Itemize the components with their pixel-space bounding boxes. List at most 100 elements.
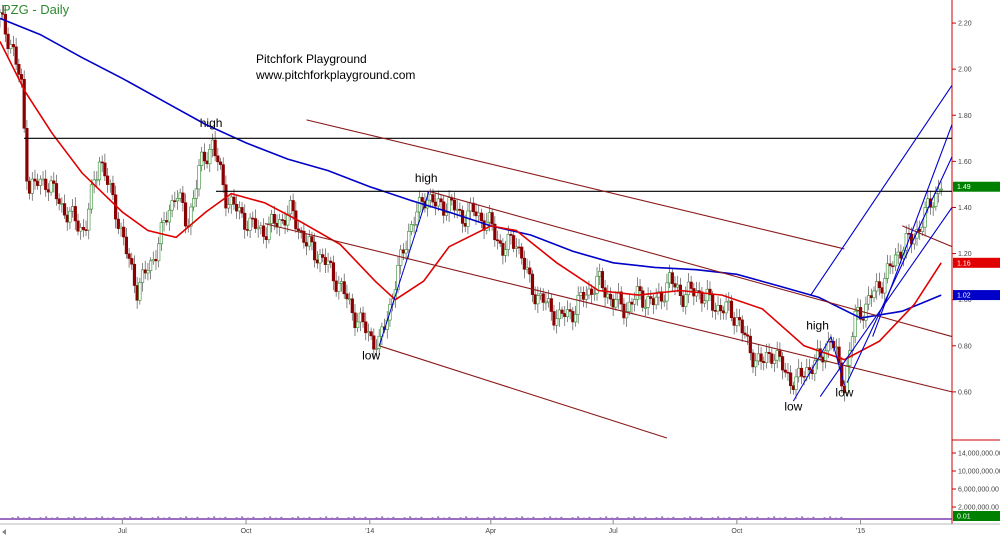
candle-body xyxy=(95,179,99,182)
candle-body xyxy=(536,295,540,305)
volume-bar xyxy=(286,518,288,519)
candle-body xyxy=(702,300,707,304)
volume-tick-label: 14,000,000.00 xyxy=(958,451,1000,458)
candle-body xyxy=(662,300,666,303)
candle-body xyxy=(248,217,252,231)
candle-body xyxy=(256,227,260,230)
candle-body xyxy=(264,236,268,240)
candle-body xyxy=(162,220,166,223)
candle-body xyxy=(108,182,112,185)
candle-body xyxy=(356,321,360,329)
candle-body xyxy=(565,309,570,317)
candle-body xyxy=(221,164,225,186)
candle-body xyxy=(3,13,7,35)
candle-body xyxy=(670,272,674,284)
candle-body xyxy=(764,351,769,364)
volume-bar xyxy=(409,516,412,519)
candle-body xyxy=(283,220,287,226)
candle-body xyxy=(261,225,266,237)
volume-bar xyxy=(577,516,580,519)
volume-bar xyxy=(291,517,294,519)
candle-body xyxy=(439,198,443,203)
volume-bar xyxy=(465,516,468,519)
volume-bar xyxy=(437,516,440,519)
volume-bar xyxy=(84,516,87,519)
volume-bar xyxy=(314,518,316,519)
last-value-label: 1.16 xyxy=(957,260,971,267)
volume-bar xyxy=(302,517,305,519)
candle-body xyxy=(181,192,185,203)
candle-body xyxy=(27,180,32,194)
candle-body xyxy=(512,235,516,249)
candle-body xyxy=(197,165,201,190)
candle-body xyxy=(216,155,220,163)
candle-body xyxy=(291,200,295,212)
candle-body xyxy=(278,219,282,228)
candle-body xyxy=(538,293,543,296)
candle-body xyxy=(417,197,422,213)
candle-body xyxy=(514,246,518,249)
candle-body xyxy=(25,127,29,182)
candle-body xyxy=(127,253,131,259)
volume-bar xyxy=(375,517,378,519)
candle-body xyxy=(334,280,338,292)
candle-body xyxy=(434,201,438,207)
candle-body xyxy=(557,309,561,320)
candle-body xyxy=(208,149,212,165)
candle-body xyxy=(525,267,529,270)
candle-body xyxy=(727,300,731,303)
candle-body xyxy=(495,239,500,242)
pivot-label-high: high xyxy=(415,171,438,185)
candle-body xyxy=(522,257,527,270)
candle-body xyxy=(401,249,405,254)
candle-body xyxy=(62,203,67,216)
candle-body xyxy=(124,236,128,255)
candle-body xyxy=(321,254,325,258)
last-value-label: 1.49 xyxy=(957,184,971,191)
candle-body xyxy=(498,240,502,244)
candle-body xyxy=(705,288,709,302)
volume-bar xyxy=(521,516,524,519)
volume-bar xyxy=(778,517,781,519)
volume-bar xyxy=(431,517,434,519)
volume-bar xyxy=(482,518,484,519)
volume-bar xyxy=(364,516,367,519)
candle-body xyxy=(576,295,580,315)
candle-body xyxy=(737,317,742,321)
candle-body xyxy=(76,220,80,232)
volume-bar xyxy=(700,516,703,519)
volume-bar xyxy=(773,516,776,519)
candle-body xyxy=(135,285,139,301)
candle-body xyxy=(251,217,255,220)
volume-bar xyxy=(246,517,249,519)
candle-body xyxy=(549,298,553,312)
volume-bar xyxy=(263,517,266,519)
candle-body xyxy=(614,299,618,308)
price-chart: 0.600.801.001.201.401.601.802.002.202,00… xyxy=(0,0,1000,542)
volume-bar xyxy=(342,518,344,519)
candle-body xyxy=(132,263,137,286)
volume-bar xyxy=(722,517,725,519)
candle-body xyxy=(213,139,217,157)
volume-bar xyxy=(661,516,664,519)
candle-body xyxy=(428,194,432,201)
volume-bar xyxy=(605,516,608,519)
volume-bar xyxy=(330,517,333,519)
volume-bar xyxy=(353,516,356,519)
candle-body xyxy=(748,335,752,354)
candle-body xyxy=(119,226,123,229)
candle-body xyxy=(877,281,881,288)
candle-body xyxy=(146,270,150,274)
volume-bar xyxy=(358,517,361,519)
volume-bar xyxy=(801,516,804,519)
candle-body xyxy=(87,208,91,231)
candle-body xyxy=(799,367,804,377)
candle-body xyxy=(641,290,645,308)
price-tick-label: 0.80 xyxy=(958,343,972,350)
volume-bar xyxy=(90,518,92,519)
volume-bar xyxy=(806,517,809,519)
candle-body xyxy=(834,346,838,349)
candle-body xyxy=(869,295,873,299)
volume-bar xyxy=(101,516,104,519)
volume-bar xyxy=(767,517,770,519)
